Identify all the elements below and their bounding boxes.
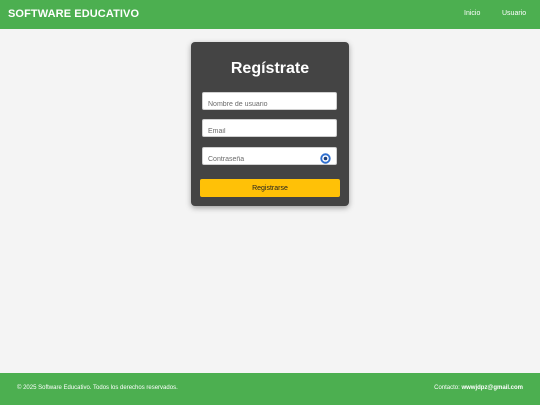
register-button[interactable]: Registrarse: [200, 179, 340, 197]
nav-link-inicio[interactable]: Inicio: [464, 10, 480, 17]
eye-icon[interactable]: [320, 151, 331, 164]
contact-label: Contacto:: [434, 385, 460, 391]
copyright-text: © 2025 Software Educativo. Todos los der…: [17, 385, 178, 391]
username-input[interactable]: [203, 96, 336, 113]
password-input[interactable]: [203, 151, 336, 168]
brand-title: SOFTWARE EDUCATIVO: [8, 8, 140, 20]
contact-email[interactable]: wwwjdpz@gmail.com: [461, 385, 523, 391]
email-input[interactable]: [203, 123, 336, 140]
register-card: Regístrate Registrarse: [191, 42, 349, 206]
username-field-wrapper: [202, 92, 337, 113]
email-field-wrapper: [202, 119, 337, 140]
form-title: Regístrate: [230, 60, 310, 77]
top-navbar: SOFTWARE EDUCATIVO Inicio Usuario: [0, 0, 540, 29]
nav-link-usuario[interactable]: Usuario: [502, 10, 526, 17]
footer: © 2025 Software Educativo. Todos los der…: [0, 373, 540, 405]
password-field-wrapper: [202, 147, 337, 168]
contact-info: Contacto: wwwjdpz@gmail.com: [434, 385, 523, 391]
